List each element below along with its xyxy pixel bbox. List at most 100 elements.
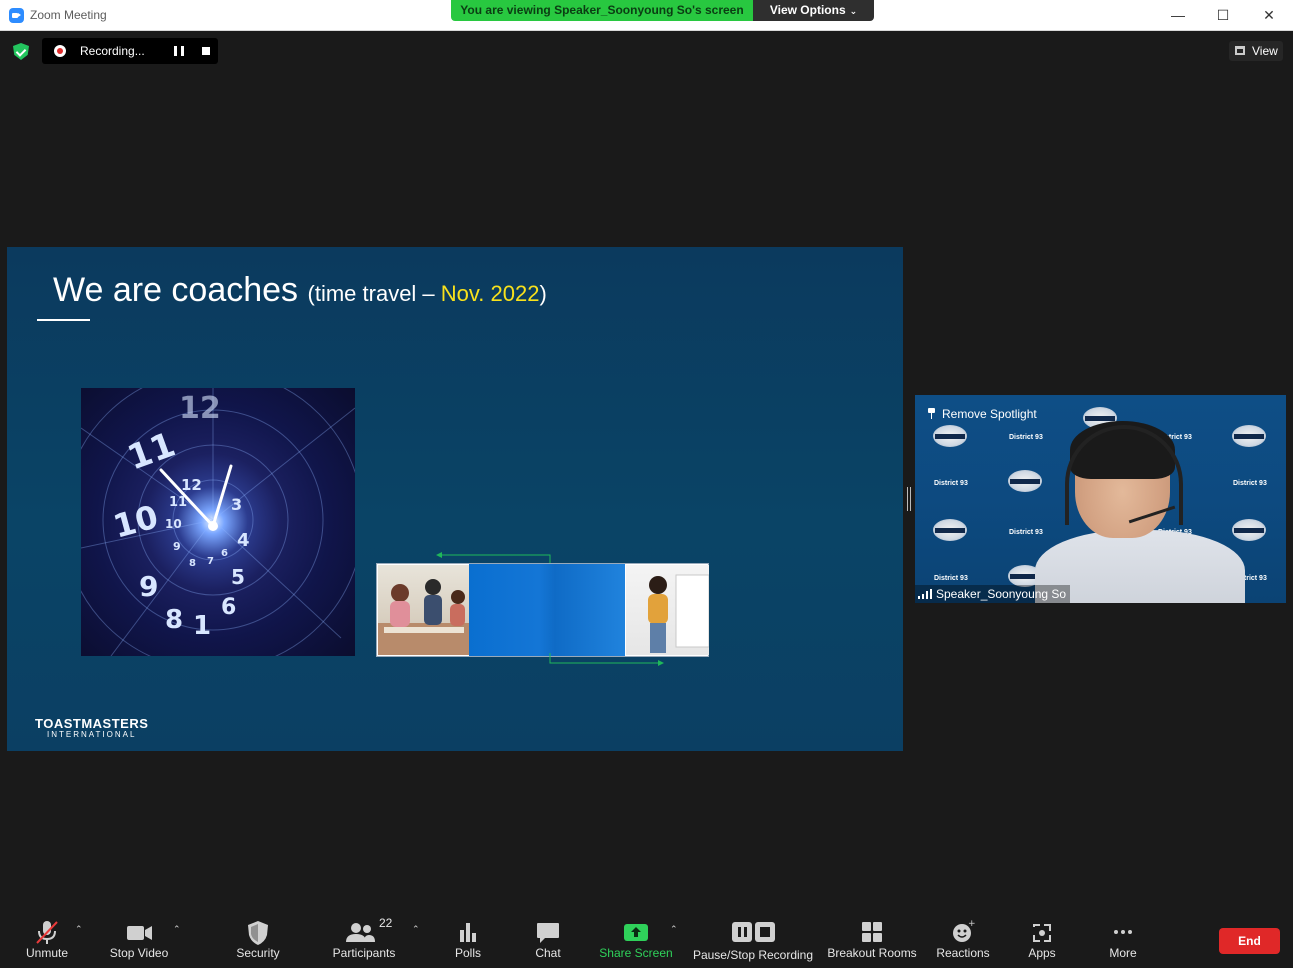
breakout-rooms-label: Breakout Rooms — [827, 946, 917, 960]
view-button[interactable]: View — [1229, 41, 1283, 61]
background-label: District 93 — [1009, 434, 1043, 441]
window-title: Zoom Meeting — [30, 8, 107, 22]
muted-microphone-icon — [18, 912, 76, 944]
share-options-chevron-up-icon[interactable]: ⌃ — [670, 924, 678, 935]
stop-recording-icon[interactable] — [202, 47, 210, 55]
svg-text:8: 8 — [189, 558, 196, 569]
security-button[interactable]: Security — [228, 912, 288, 968]
record-dot-icon — [54, 45, 66, 57]
time-travel-clock-image: 11 10 9 8 1 6 5 4 3 12 11 10 9 8 7 6 12 — [81, 388, 355, 656]
viewing-screen-banner: You are viewing Speaker_Soonyoung So's s… — [451, 0, 753, 21]
svg-text:6: 6 — [221, 595, 236, 620]
participants-icon: 22 — [328, 912, 400, 942]
minimize-button[interactable]: — — [1160, 4, 1196, 26]
security-shield-glyph — [248, 921, 268, 945]
apps-label: Apps — [1028, 946, 1056, 960]
close-button[interactable]: ✕ — [1251, 4, 1287, 26]
remove-spotlight-button[interactable]: Remove Spotlight — [927, 407, 1037, 421]
participants-options-chevron-up-icon[interactable]: ⌃ — [412, 924, 420, 935]
pin-icon — [927, 408, 936, 419]
toastmasters-logo-text: TOASTMASTERS — [35, 716, 149, 731]
encryption-shield-icon[interactable] — [13, 43, 29, 60]
svg-text:8: 8 — [165, 605, 183, 635]
chat-button[interactable]: Chat — [526, 912, 570, 968]
signal-strength-icon — [918, 589, 932, 599]
unmute-label: Unmute — [25, 946, 69, 960]
security-label: Security — [236, 946, 280, 960]
chat-label: Chat — [535, 946, 561, 960]
svg-text:10: 10 — [165, 517, 182, 531]
svg-text:10: 10 — [109, 497, 162, 545]
participants-button[interactable]: 22 Participants — [328, 912, 400, 968]
remove-spotlight-label: Remove Spotlight — [942, 407, 1037, 421]
speaker-video-tile[interactable]: District 93 District 93 District 93 Dist… — [915, 395, 1286, 603]
slide-title-main: We are coaches — [53, 271, 299, 309]
slide-title-sub-suffix: ) — [539, 281, 547, 306]
view-options-button[interactable]: View Options ⌄ — [753, 0, 874, 21]
toastmasters-logo: TOASTMASTERS INTERNATIONAL — [35, 716, 148, 739]
svg-text:1: 1 — [193, 611, 211, 641]
apps-button[interactable]: Apps — [1020, 912, 1064, 968]
video-camera-glyph — [127, 926, 152, 940]
video-options-chevron-up-icon[interactable]: ⌃ — [173, 924, 181, 935]
more-ellipsis-glyph — [1114, 930, 1132, 934]
polls-bar-chart-icon — [446, 912, 490, 942]
svg-text:+: + — [968, 919, 976, 929]
svg-text:9: 9 — [173, 540, 181, 553]
background-label: District 93 — [934, 480, 968, 487]
speaker-name-tag: Speaker_Soonyoung So — [915, 585, 1071, 603]
more-ellipsis-icon — [1100, 912, 1146, 942]
end-meeting-button[interactable]: End — [1219, 928, 1280, 954]
meeting-toolbar: Unmute ⌃ Stop Video ⌃ Security 22 Partic… — [0, 912, 1293, 968]
pause-stop-recording-label: Pause/Stop Recording — [692, 948, 814, 962]
chevron-down-icon: ⌄ — [849, 6, 858, 16]
clock-illustration: 11 10 9 8 1 6 5 4 3 12 11 10 9 8 7 6 12 — [81, 388, 355, 656]
chat-bubble-glyph — [537, 923, 559, 943]
svg-text:11: 11 — [169, 495, 187, 510]
speaker-name: Speaker_Soonyoung So — [936, 587, 1067, 601]
pause-stop-recording-icon — [690, 912, 816, 942]
security-shield-icon — [228, 912, 288, 945]
share-screen-button[interactable]: Share Screen — [598, 912, 674, 968]
view-label: View — [1252, 44, 1278, 58]
reactions-button[interactable]: + Reactions — [932, 912, 994, 968]
toastmasters-globe-logo — [1232, 425, 1266, 447]
audio-options-chevron-up-icon[interactable]: ⌃ — [75, 924, 83, 935]
share-screen-glyph — [624, 924, 648, 941]
more-button[interactable]: More — [1100, 912, 1146, 968]
polls-label: Polls — [454, 946, 481, 960]
svg-text:3: 3 — [231, 495, 242, 514]
pause-stop-recording-button[interactable]: Pause/Stop Recording — [690, 912, 816, 968]
reactions-smiley-glyph: + — [953, 919, 976, 942]
polls-button[interactable]: Polls — [446, 912, 490, 968]
pause-recording-icon[interactable] — [174, 46, 184, 56]
apps-glyph — [1033, 924, 1051, 942]
grid-view-icon — [1235, 46, 1245, 55]
zoom-window: Zoom Meeting — ☐ ✕ You are viewing Speak… — [0, 0, 1293, 968]
svg-text:12: 12 — [179, 391, 221, 426]
toastmasters-globe-logo — [933, 425, 967, 447]
breakout-rooms-icon — [824, 912, 920, 942]
zoom-app-icon — [9, 8, 24, 23]
svg-text:4: 4 — [237, 530, 250, 551]
view-options-label: View Options — [769, 3, 846, 17]
svg-text:6: 6 — [221, 548, 228, 559]
maximize-button[interactable]: ☐ — [1205, 4, 1241, 26]
share-screen-label: Share Screen — [599, 946, 673, 960]
svg-text:12: 12 — [181, 476, 202, 494]
reactions-smiley-icon: + — [932, 912, 994, 942]
shared-screen-slide: We are coaches (time travel – Nov. 2022) — [7, 247, 903, 751]
toastmasters-globe-logo — [933, 519, 967, 541]
unmute-button[interactable]: Unmute — [18, 912, 76, 968]
slide-title: We are coaches (time travel – Nov. 2022) — [53, 271, 547, 310]
slide-title-underline — [37, 319, 90, 321]
pause-stop-recording-glyph — [732, 922, 775, 942]
recording-label: Recording... — [80, 44, 145, 58]
split-resize-handle[interactable] — [907, 487, 911, 511]
toastmasters-logo-subtext: INTERNATIONAL — [46, 730, 137, 739]
stop-video-button[interactable]: Stop Video — [106, 912, 172, 968]
background-label: District 93 — [1233, 480, 1267, 487]
apps-icon — [1020, 912, 1064, 942]
breakout-rooms-button[interactable]: Breakout Rooms — [824, 912, 920, 968]
video-camera-icon — [106, 912, 172, 942]
